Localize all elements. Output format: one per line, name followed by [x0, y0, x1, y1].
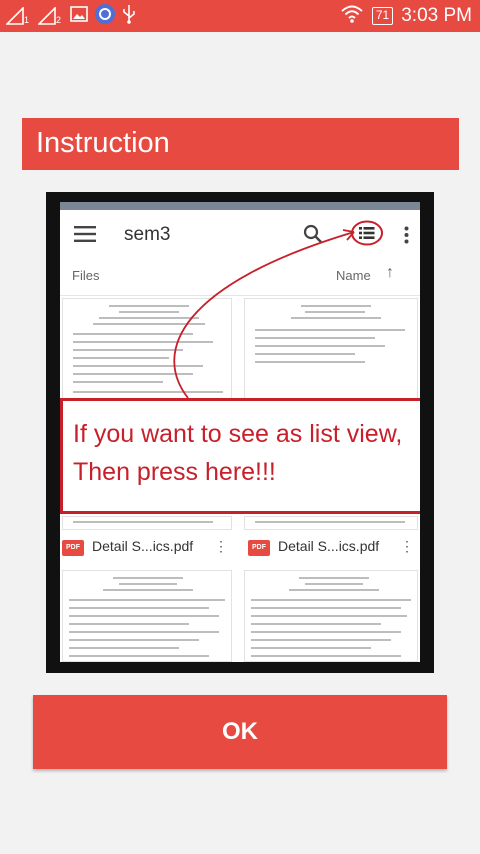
instruction-callout: If you want to see as list view, Then pr… [60, 398, 420, 514]
file-more-icon: ⋮ [214, 538, 228, 554]
status-bar: 1 2 71 3:03 PM [0, 0, 480, 32]
sim2-signal-icon: 2 [38, 5, 64, 27]
image-status-strip [60, 202, 420, 210]
image-toolbar: sem3 [60, 210, 420, 258]
instruction-image: sem3 Files Name ↑ If you want to see as … [60, 202, 420, 662]
file-more-icon: ⋮ [400, 538, 414, 554]
doc-thumbnail [62, 570, 232, 662]
callout-text: If you want to see as list view, Then pr… [73, 420, 403, 486]
doc-thumbnail [62, 298, 232, 408]
dialog-title: Instruction [36, 127, 170, 159]
file-item-left: PDF Detail S...ics.pdf ⋮ [62, 532, 232, 566]
pdf-file-icon: PDF [62, 540, 84, 556]
search-icon [303, 224, 323, 249]
doc-thumbnail [244, 570, 418, 662]
doc-thumbnail [244, 298, 418, 408]
image-notification-icon [70, 5, 88, 27]
image-toolbar-title: sem3 [124, 224, 171, 245]
file-item-right: PDF Detail S...ics.pdf ⋮ [248, 532, 418, 566]
instruction-image-frame: sem3 Files Name ↑ If you want to see as … [46, 192, 434, 673]
sim1-label: 1 [24, 15, 30, 25]
status-time: 3:03 PM [401, 5, 472, 26]
file-name: Detail S...ics.pdf [92, 538, 194, 554]
more-options-icon [404, 226, 409, 249]
sim1-signal-icon: 1 [6, 5, 32, 27]
sim2-label: 2 [56, 15, 62, 25]
sort-name-label: Name [336, 268, 371, 283]
battery-indicator: 71 [371, 7, 394, 25]
file-name: Detail S...ics.pdf [278, 538, 380, 554]
doc-thumbnail [244, 516, 418, 530]
doc-thumbnail [62, 516, 232, 530]
files-label: Files [72, 268, 100, 283]
usb-icon [122, 4, 136, 29]
dialog-title-bar: Instruction [22, 118, 459, 170]
menu-icon [74, 226, 96, 247]
sync-notification-icon [94, 3, 116, 30]
ok-button[interactable]: OK [33, 695, 447, 769]
image-list-header: Files Name ↑ [60, 258, 420, 296]
list-view-icon [351, 220, 383, 251]
pdf-file-icon: PDF [248, 540, 270, 556]
sort-arrow-icon: ↑ [386, 264, 394, 281]
wifi-icon [340, 4, 364, 29]
